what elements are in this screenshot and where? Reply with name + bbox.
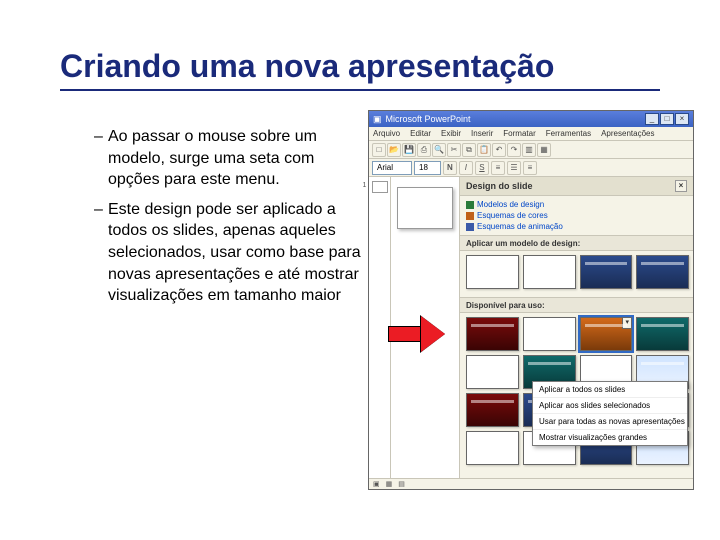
- standard-toolbar: □ 📂 💾 ⎙ 🔍 ✂ ⧉ 📋 ↶ ↷ ▥ ▦: [369, 141, 693, 159]
- design-thumb[interactable]: [523, 317, 576, 351]
- bullet-item: – Ao passar o mouse sobre um modelo, sur…: [94, 126, 364, 191]
- italic-icon[interactable]: I: [459, 161, 473, 175]
- menu-item[interactable]: Exibir: [441, 129, 461, 138]
- design-thumb[interactable]: ▾: [580, 317, 633, 351]
- align-right-icon[interactable]: ≡: [523, 161, 537, 175]
- window-titlebar: ▣ Microsoft PowerPoint _ □ ×: [369, 111, 693, 127]
- bullet-dash: –: [94, 199, 108, 307]
- view-sorter-icon[interactable]: ▦: [386, 480, 393, 488]
- menu-show-large-previews[interactable]: Mostrar visualizações grandes: [533, 430, 687, 445]
- bullet-dash: –: [94, 126, 108, 191]
- menu-item[interactable]: Apresentações: [601, 129, 654, 138]
- design-thumb[interactable]: [636, 255, 689, 289]
- app-title: Microsoft PowerPoint: [386, 114, 471, 124]
- square-icon: [466, 201, 474, 209]
- menu-use-new-presentations[interactable]: Usar para todas as novas apresentações: [533, 414, 687, 430]
- open-icon[interactable]: 📂: [387, 143, 401, 157]
- design-thumb[interactable]: [523, 255, 576, 289]
- bold-icon[interactable]: N: [443, 161, 457, 175]
- status-bar: ▣ ▦ ▤: [369, 478, 693, 489]
- print-icon[interactable]: ⎙: [417, 143, 431, 157]
- save-icon[interactable]: 💾: [402, 143, 416, 157]
- callout-arrow-icon: [388, 316, 446, 352]
- search-icon[interactable]: 🔍: [432, 143, 446, 157]
- formatting-toolbar: Arial 18 N I S ≡ ☰ ≡: [369, 159, 693, 177]
- menu-item[interactable]: Inserir: [471, 129, 493, 138]
- powerpoint-window: ▣ Microsoft PowerPoint _ □ × Arquivo Edi…: [368, 110, 694, 490]
- taskpane-title: Design do slide: [466, 181, 533, 191]
- menu-item[interactable]: Arquivo: [373, 129, 400, 138]
- align-center-icon[interactable]: ☰: [507, 161, 521, 175]
- copy-icon[interactable]: ⧉: [462, 143, 476, 157]
- font-name-select[interactable]: Arial: [372, 161, 412, 175]
- link-label: Esquemas de cores: [477, 211, 548, 220]
- bullet-text: Ao passar o mouse sobre um modelo, surge…: [108, 126, 364, 191]
- table-icon[interactable]: ▦: [537, 143, 551, 157]
- design-thumb[interactable]: [466, 431, 519, 465]
- view-slideshow-icon[interactable]: ▤: [398, 480, 405, 488]
- design-thumb[interactable]: [636, 317, 689, 351]
- menu-item[interactable]: Formatar: [503, 129, 535, 138]
- menu-apply-selected[interactable]: Aplicar aos slides selecionados: [533, 398, 687, 414]
- design-thumb[interactable]: [466, 317, 519, 351]
- new-icon[interactable]: □: [372, 143, 386, 157]
- link-animation-schemes[interactable]: Esquemas de animação: [466, 222, 687, 231]
- design-task-pane: Design do slide × Modelos de design Esqu…: [459, 177, 693, 478]
- taskpane-title-bar: Design do slide ×: [460, 177, 693, 196]
- cut-icon[interactable]: ✂: [447, 143, 461, 157]
- design-thumb[interactable]: [466, 255, 519, 289]
- link-design-templates[interactable]: Modelos de design: [466, 200, 687, 209]
- font-size-select[interactable]: 18: [414, 161, 441, 175]
- menu-item[interactable]: Ferramentas: [546, 129, 591, 138]
- design-context-menu: Aplicar a todos os slides Aplicar aos sl…: [532, 381, 688, 446]
- redo-icon[interactable]: ↷: [507, 143, 521, 157]
- menu-apply-all[interactable]: Aplicar a todos os slides: [533, 382, 687, 398]
- design-thumb[interactable]: [466, 355, 519, 389]
- design-thumb[interactable]: [580, 255, 633, 289]
- taskpane-close-button[interactable]: ×: [675, 180, 687, 192]
- menu-item[interactable]: Editar: [410, 129, 431, 138]
- bullet-item: – Este design pode ser aplicado a todos …: [94, 199, 364, 307]
- link-label: Modelos de design: [477, 200, 544, 209]
- section-apply-design: Aplicar um modelo de design:: [460, 235, 693, 251]
- bullet-list: – Ao passar o mouse sobre um modelo, sur…: [94, 126, 364, 315]
- close-button[interactable]: ×: [675, 113, 689, 125]
- slide-thumbnail[interactable]: [372, 181, 388, 193]
- maximize-button[interactable]: □: [660, 113, 674, 125]
- link-label: Esquemas de animação: [477, 222, 563, 231]
- menu-bar: Arquivo Editar Exibir Inserir Formatar F…: [369, 127, 693, 141]
- link-color-schemes[interactable]: Esquemas de cores: [466, 211, 687, 220]
- design-thumbs-used: [460, 251, 693, 297]
- square-icon: [466, 223, 474, 231]
- view-normal-icon[interactable]: ▣: [373, 480, 380, 488]
- app-icon: ▣: [373, 114, 382, 125]
- design-thumb[interactable]: [466, 393, 519, 427]
- underline-icon[interactable]: S: [475, 161, 489, 175]
- bullet-text: Este design pode ser aplicado a todos os…: [108, 199, 364, 307]
- section-available: Disponível para uso:: [460, 297, 693, 313]
- thumb-dropdown-button[interactable]: ▾: [622, 317, 632, 329]
- paste-icon[interactable]: 📋: [477, 143, 491, 157]
- current-slide[interactable]: [397, 187, 453, 229]
- minimize-button[interactable]: _: [645, 113, 659, 125]
- square-icon: [466, 212, 474, 220]
- slide-title: Criando uma nova apresentação: [60, 48, 660, 91]
- chart-icon[interactable]: ▥: [522, 143, 536, 157]
- undo-icon[interactable]: ↶: [492, 143, 506, 157]
- align-left-icon[interactable]: ≡: [491, 161, 505, 175]
- taskpane-links: Modelos de design Esquemas de cores Esqu…: [460, 196, 693, 235]
